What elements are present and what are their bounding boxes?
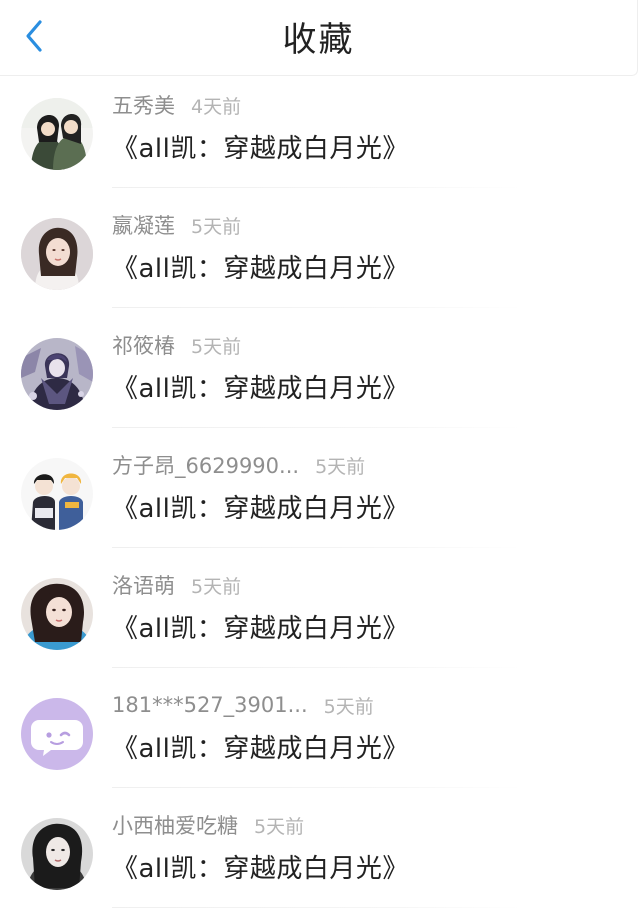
book-title[interactable]: 《all凯：穿越成白月光》 [112, 848, 409, 885]
list-item[interactable]: 嬴凝莲 5天前 《all凯：穿越成白月光》 [0, 196, 640, 316]
divider [112, 907, 522, 908]
timestamp: 5天前 [254, 815, 305, 838]
list-item[interactable]: 洛语萌 5天前 《all凯：穿越成白月光》 [0, 556, 640, 676]
divider [112, 307, 522, 308]
timestamp: 5天前 [191, 215, 242, 238]
list-item[interactable]: 祁筱椿 5天前 《all凯：穿越成白月光》 [0, 316, 640, 436]
avatar[interactable] [21, 818, 93, 890]
divider [112, 187, 522, 188]
divider [112, 427, 522, 428]
timestamp: 4天前 [191, 95, 242, 118]
timestamp: 5天前 [323, 695, 374, 718]
username[interactable]: 方子昂_6629990... [112, 450, 299, 480]
avatar[interactable] [21, 98, 93, 170]
username[interactable]: 小西柚爱吃糖 [112, 810, 238, 840]
timestamp: 5天前 [191, 575, 242, 598]
timestamp: 5天前 [315, 455, 366, 478]
divider [112, 667, 522, 668]
book-title[interactable]: 《all凯：穿越成白月光》 [112, 488, 409, 525]
book-title[interactable]: 《all凯：穿越成白月光》 [112, 368, 409, 405]
username[interactable]: 嬴凝莲 [112, 210, 175, 240]
header-bar: 收藏 [0, 0, 638, 76]
avatar[interactable] [21, 578, 93, 650]
username[interactable]: 祁筱椿 [112, 330, 175, 360]
avatar[interactable] [21, 338, 93, 410]
list-item[interactable]: 五秀美 4天前 《all凯：穿越成白月光》 [0, 76, 640, 196]
divider [112, 787, 522, 788]
username[interactable]: 181***527_3901... [112, 693, 308, 717]
timestamp: 5天前 [191, 335, 242, 358]
username[interactable]: 洛语萌 [112, 570, 175, 600]
list-item[interactable]: 小西柚爱吃糖 5天前 《all凯：穿越成白月光》 [0, 796, 640, 916]
book-title[interactable]: 《all凯：穿越成白月光》 [112, 248, 409, 285]
list-item[interactable]: 方子昂_6629990... 5天前 《all凯：穿越成白月光》 [0, 436, 640, 556]
username[interactable]: 五秀美 [112, 90, 175, 120]
avatar[interactable] [21, 698, 93, 770]
avatar[interactable] [21, 218, 93, 290]
book-title[interactable]: 《all凯：穿越成白月光》 [112, 728, 409, 765]
avatar[interactable] [21, 458, 93, 530]
list-item[interactable]: 181***527_3901... 5天前 《all凯：穿越成白月光》 [0, 676, 640, 796]
divider [112, 547, 522, 548]
book-title[interactable]: 《all凯：穿越成白月光》 [112, 128, 409, 165]
favorites-list: 五秀美 4天前 《all凯：穿越成白月光》 嬴凝莲 5天前 《all凯：穿越成白… [0, 76, 640, 916]
page-title: 收藏 [282, 20, 355, 60]
book-title[interactable]: 《all凯：穿越成白月光》 [112, 608, 409, 645]
